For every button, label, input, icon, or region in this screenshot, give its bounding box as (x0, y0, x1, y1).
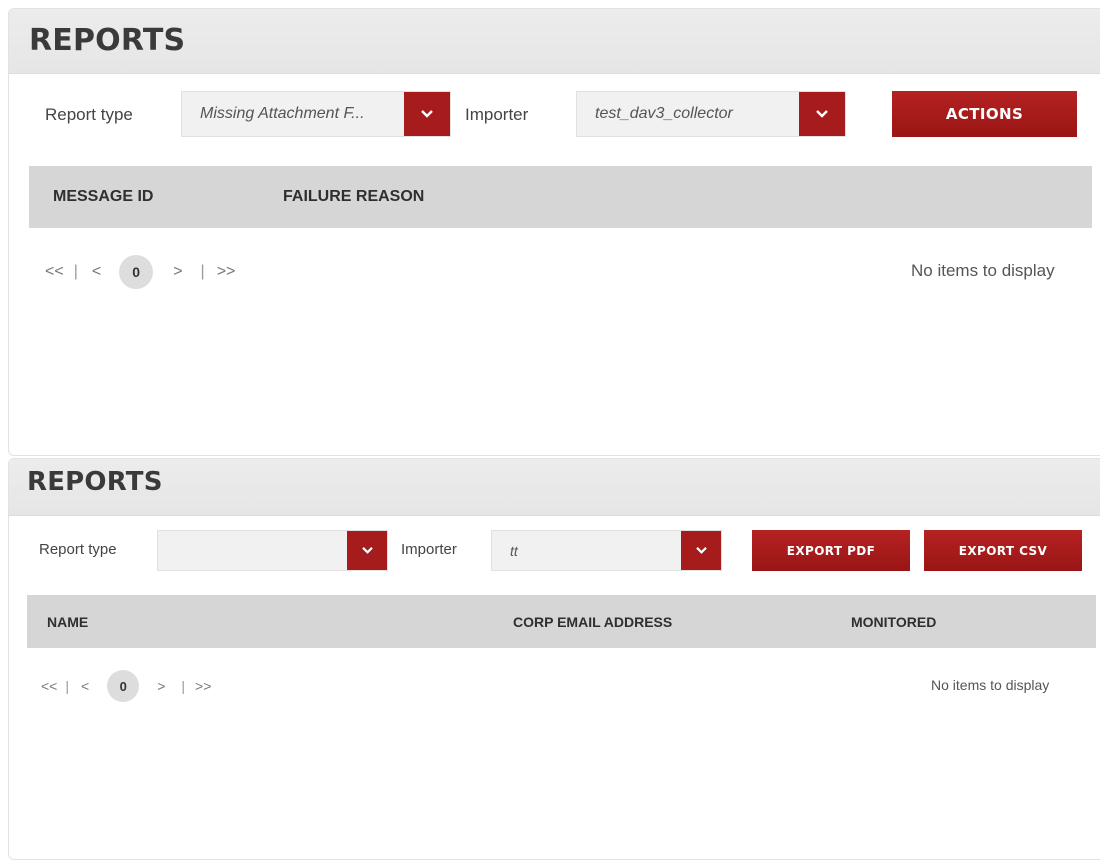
first-page-button[interactable]: << (45, 263, 64, 281)
current-page[interactable]: 0 (107, 670, 140, 702)
prev-page-button[interactable]: < (81, 678, 89, 694)
importer-value: tt (510, 542, 518, 559)
panel-header (9, 459, 1100, 516)
table-header: MESSAGE ID FAILURE REASON (29, 166, 1092, 228)
report-type-label: Report type (45, 105, 133, 124)
reports-panel-top: REPORTS Report type Missing Attachment F… (8, 8, 1100, 456)
table-header: NAME CORP EMAIL ADDRESS MONITORED (27, 595, 1096, 648)
prev-page-button[interactable]: < (92, 263, 101, 281)
importer-select[interactable]: tt (491, 530, 722, 571)
report-type-label: Report type (39, 541, 117, 558)
empty-message: No items to display (911, 261, 1055, 280)
importer-value: test_dav3_collector (595, 105, 733, 122)
pager-separator: | (200, 263, 205, 280)
column-header-name[interactable]: NAME (47, 614, 88, 630)
pager-separator: | (65, 678, 69, 694)
chevron-down-icon[interactable] (347, 531, 387, 570)
last-page-button[interactable]: >> (195, 678, 211, 694)
page-title: REPORTS (29, 23, 186, 58)
pagination: << | < 0 > | >> (41, 670, 211, 702)
pager-separator: | (73, 263, 78, 280)
importer-select[interactable]: test_dav3_collector (576, 91, 846, 137)
importer-label: Importer (465, 105, 529, 124)
column-header-monitored[interactable]: MONITORED (851, 614, 936, 630)
next-page-button[interactable]: > (173, 263, 182, 281)
report-type-select[interactable]: Missing Attachment F... (181, 91, 451, 137)
empty-message: No items to display (931, 677, 1050, 693)
last-page-button[interactable]: >> (217, 263, 236, 281)
column-header-message-id[interactable]: MESSAGE ID (53, 188, 153, 206)
actions-button[interactable]: ACTIONS (892, 91, 1077, 137)
current-page[interactable]: 0 (119, 255, 154, 289)
importer-label: Importer (401, 541, 457, 558)
pager-separator: | (181, 678, 186, 694)
first-page-button[interactable]: << (41, 678, 57, 694)
export-pdf-button[interactable]: EXPORT PDF (752, 530, 910, 571)
chevron-down-icon[interactable] (681, 531, 721, 570)
chevron-down-icon[interactable] (404, 92, 450, 136)
report-type-value: Missing Attachment F... (200, 105, 365, 122)
column-header-corp-email[interactable]: CORP EMAIL ADDRESS (513, 614, 672, 630)
report-type-select[interactable] (157, 530, 388, 571)
column-header-failure-reason[interactable]: FAILURE REASON (283, 188, 424, 206)
export-csv-button[interactable]: EXPORT CSV (924, 530, 1082, 571)
page-title: REPORTS (27, 467, 163, 497)
next-page-button[interactable]: > (157, 678, 165, 694)
pagination: << | < 0 > | >> (45, 255, 235, 289)
reports-panel-bottom: REPORTS Report type Importer tt EXPORT P… (8, 458, 1100, 860)
chevron-down-icon[interactable] (799, 92, 845, 136)
